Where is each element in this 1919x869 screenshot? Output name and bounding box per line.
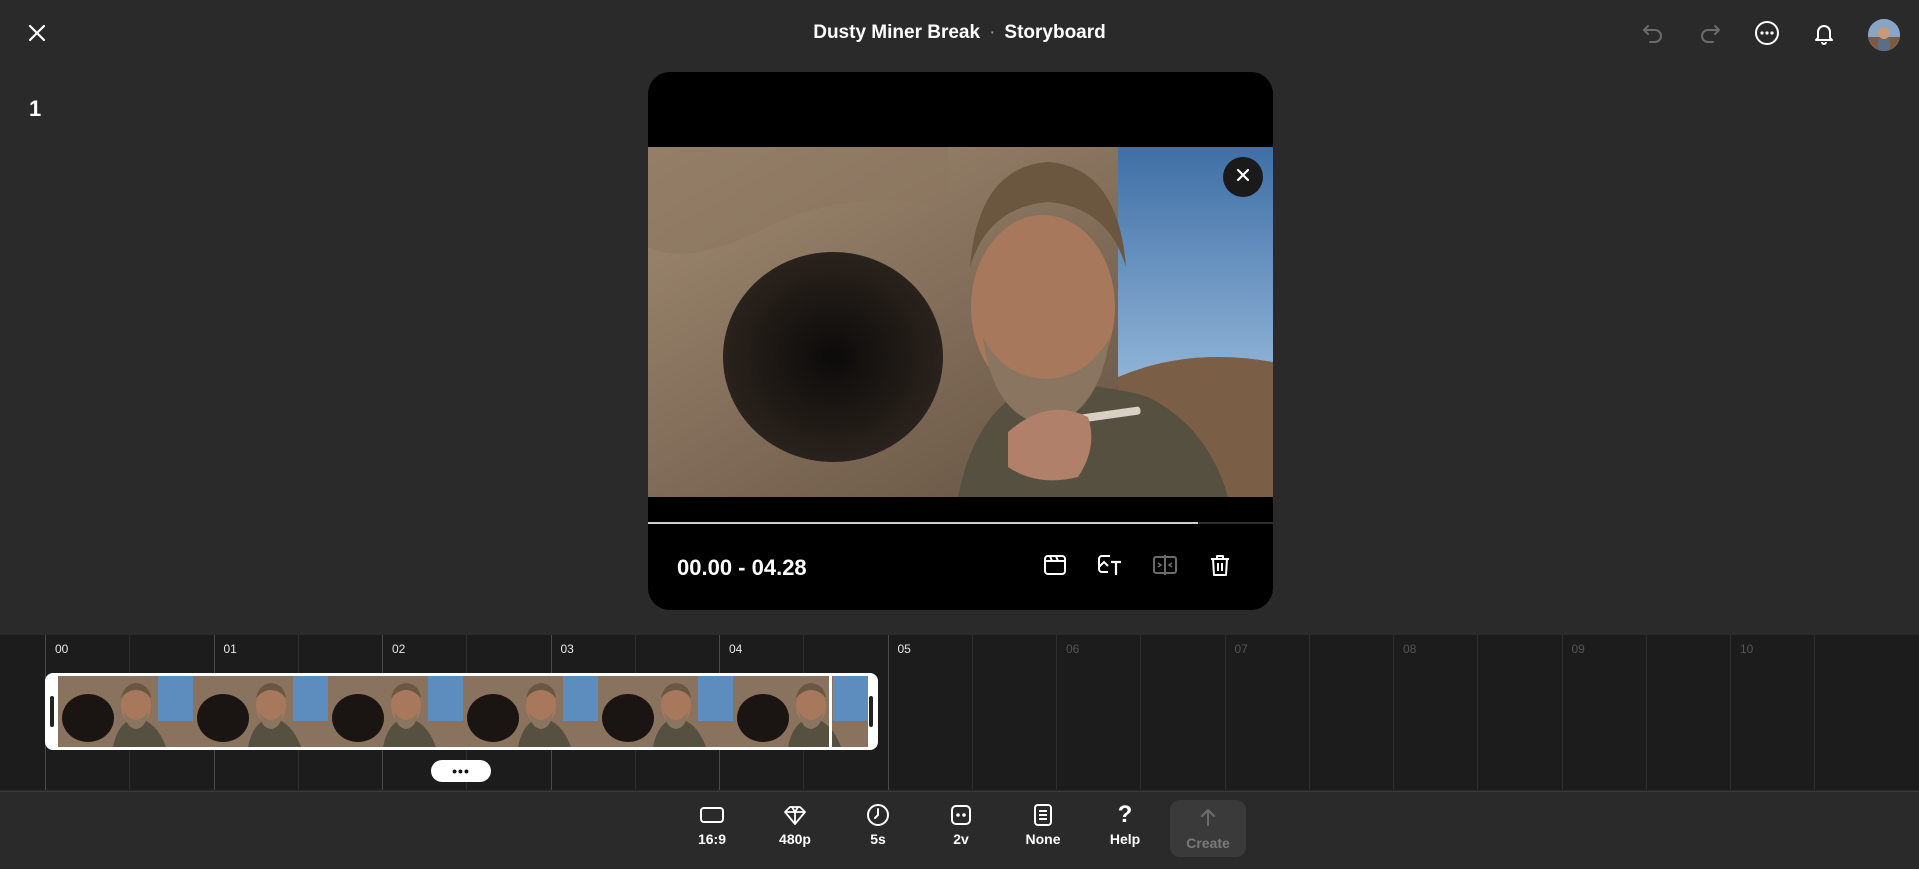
timeline-tick-label: 05	[897, 642, 911, 656]
help-button[interactable]: ? Help	[1090, 801, 1160, 855]
timeline-tick-label: 10	[1740, 642, 1754, 656]
split-frame-button[interactable]	[1149, 551, 1181, 583]
variations-label: 2v	[953, 831, 969, 847]
project-title: Dusty Miner Break	[813, 22, 981, 43]
timeline-tick-line	[1730, 635, 1731, 790]
duration-label: 5s	[870, 831, 886, 847]
timeline-clip[interactable]	[45, 673, 878, 750]
timeline-subtick-line	[1477, 635, 1479, 790]
trash-icon	[1207, 552, 1233, 583]
close-icon	[1236, 168, 1250, 187]
diamond-quality-icon	[782, 801, 808, 829]
bell-icon	[1811, 20, 1837, 51]
image-to-text-icon	[1096, 552, 1124, 583]
title-separator: ·	[989, 22, 996, 43]
image-to-text-button[interactable]	[1094, 551, 1126, 583]
preset-label: None	[1025, 831, 1061, 847]
more-options-icon	[1753, 19, 1781, 52]
scene-number: 1	[29, 96, 42, 121]
storyboard-tool-button[interactable]	[1039, 551, 1071, 583]
redo-button[interactable]	[1692, 17, 1728, 53]
delete-scene-button[interactable]	[1204, 551, 1236, 583]
clock-icon	[866, 801, 890, 829]
timeline-subtick-line	[1814, 635, 1816, 790]
timeline-tick-label: 07	[1234, 642, 1248, 656]
redo-icon	[1697, 20, 1723, 51]
timeline-subtick-line	[971, 635, 973, 790]
aspect-ratio-button[interactable]: 16:9	[677, 801, 747, 855]
create-label: Create	[1186, 835, 1230, 851]
aspect-ratio-label: 16:9	[697, 831, 727, 847]
timeline-subtick-line	[1645, 635, 1647, 790]
timeline-tick-line	[887, 635, 889, 790]
undo-button[interactable]	[1635, 17, 1671, 53]
remove-image-button[interactable]	[1223, 157, 1263, 197]
timeline-subtick-line	[1308, 635, 1310, 790]
quality-button[interactable]: 480p	[760, 801, 830, 855]
arrow-up-icon	[1197, 806, 1219, 833]
preset-icon	[1032, 801, 1054, 829]
undo-icon	[1640, 20, 1666, 51]
timeline-tick-label: 04	[729, 642, 743, 656]
scene-preview-card	[648, 72, 1273, 610]
timeline-tick-line	[1393, 635, 1394, 790]
clip-thumbnail	[598, 676, 733, 747]
timeline-tick-label: 08	[1403, 642, 1417, 656]
storyboard-icon	[1042, 552, 1068, 583]
clip-thumbnail	[463, 676, 598, 747]
playback-progress-fill	[648, 522, 1198, 524]
question-icon: ?	[1117, 801, 1133, 828]
more-options-button[interactable]	[1749, 17, 1785, 53]
notifications-button[interactable]	[1806, 17, 1842, 53]
scene-image[interactable]	[648, 147, 1273, 497]
page-title: Dusty Miner Break · Storyboard	[0, 22, 1919, 44]
aspect-ratio-icon	[699, 801, 725, 829]
clip-thumbnail	[733, 676, 868, 747]
scene-timecode: 00.00 - 04.28	[677, 555, 807, 580]
clip-thumbnails	[58, 676, 868, 747]
playback-progress[interactable]	[648, 522, 1273, 524]
clip-end-handle[interactable]	[869, 696, 873, 727]
timeline-tick-line	[1056, 635, 1057, 790]
timeline-tick-label: 06	[1066, 642, 1080, 656]
split-frame-icon	[1151, 552, 1179, 583]
variations-button[interactable]: 2v	[926, 801, 996, 855]
timeline-tick-label: 02	[392, 642, 406, 656]
create-button[interactable]: Create	[1170, 800, 1246, 857]
clip-thumbnail	[328, 676, 463, 747]
timeline-tick-line	[1224, 635, 1226, 790]
clip-more-label: •••	[452, 763, 470, 779]
timeline-tick-line	[1561, 635, 1563, 790]
section-title: Storyboard	[1004, 22, 1106, 43]
clip-start-handle[interactable]	[50, 696, 54, 727]
clip-split-marker[interactable]	[829, 676, 832, 747]
timeline-subtick-line	[1140, 635, 1142, 790]
timeline-tick-label: 00	[55, 642, 69, 656]
avatar[interactable]	[1868, 19, 1900, 51]
clip-more-button[interactable]: •••	[431, 760, 491, 782]
variations-icon	[949, 801, 973, 829]
clip-thumbnail	[193, 676, 328, 747]
clip-thumbnail	[58, 676, 193, 747]
quality-label: 480p	[779, 831, 811, 847]
help-label: Help	[1109, 831, 1141, 847]
duration-button[interactable]: 5s	[843, 801, 913, 855]
preset-button[interactable]: None	[1008, 801, 1078, 855]
timeline-tick-label: 03	[560, 642, 574, 656]
timeline-tick-label: 09	[1571, 642, 1585, 656]
timeline-tick-label: 01	[223, 642, 237, 656]
